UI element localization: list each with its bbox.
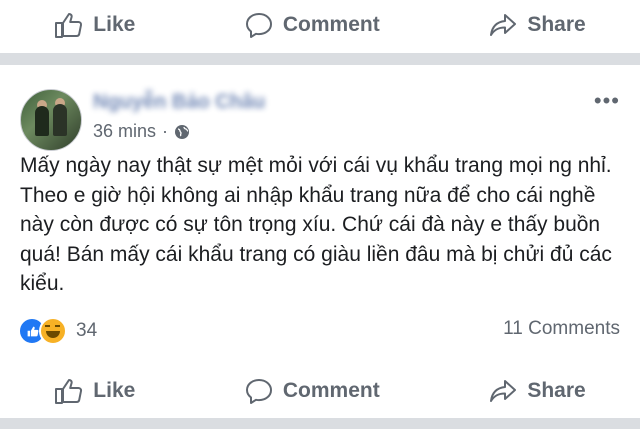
like-label: Like: [93, 13, 136, 36]
thumbs-up-icon: [55, 379, 83, 404]
share-label: Share: [527, 13, 586, 36]
post-divider: [0, 53, 640, 65]
share-button[interactable]: Share: [474, 7, 599, 43]
comment-label: Comment: [282, 13, 380, 36]
share-arrow-icon: [490, 14, 517, 36]
post-card: Nguyễn Bảo Châu 36 mins · ••• Mấy ngày n…: [0, 65, 640, 366]
post-text: Mấy ngày nay thật sự mệt mỏi với cái vụ …: [20, 154, 612, 295]
haha-reaction-icon: [39, 317, 67, 345]
share-arrow-icon: [490, 380, 517, 402]
post-timestamp[interactable]: 36 mins: [93, 121, 156, 142]
reactions-summary[interactable]: 34: [18, 317, 97, 345]
meta-dot: ·: [162, 121, 169, 141]
thumbs-up-icon: [55, 13, 83, 38]
share-label: Share: [527, 379, 586, 402]
share-button[interactable]: Share: [474, 373, 599, 409]
top-action-bar: Like Comment Share: [0, 0, 640, 50]
avatar[interactable]: [20, 89, 82, 151]
comment-label: Comment: [282, 379, 380, 402]
globe-icon[interactable]: [174, 124, 190, 140]
post-meta: 36 mins ·: [93, 121, 190, 142]
bottom-divider: [0, 418, 640, 429]
comments-count-link[interactable]: 11 Comments: [503, 318, 620, 340]
like-label: Like: [93, 379, 136, 402]
author-name[interactable]: Nguyễn Bảo Châu: [93, 91, 265, 114]
comment-button[interactable]: Comment: [230, 7, 394, 43]
comment-bubble-icon: [245, 13, 272, 38]
post-action-bar: Like Comment Share: [0, 366, 640, 416]
comment-button[interactable]: Comment: [230, 373, 394, 409]
more-icon[interactable]: •••: [594, 90, 620, 112]
like-button[interactable]: Like: [40, 373, 149, 409]
reaction-count: 34: [76, 320, 98, 341]
comment-bubble-icon: [245, 379, 272, 404]
like-button[interactable]: Like: [40, 7, 149, 43]
